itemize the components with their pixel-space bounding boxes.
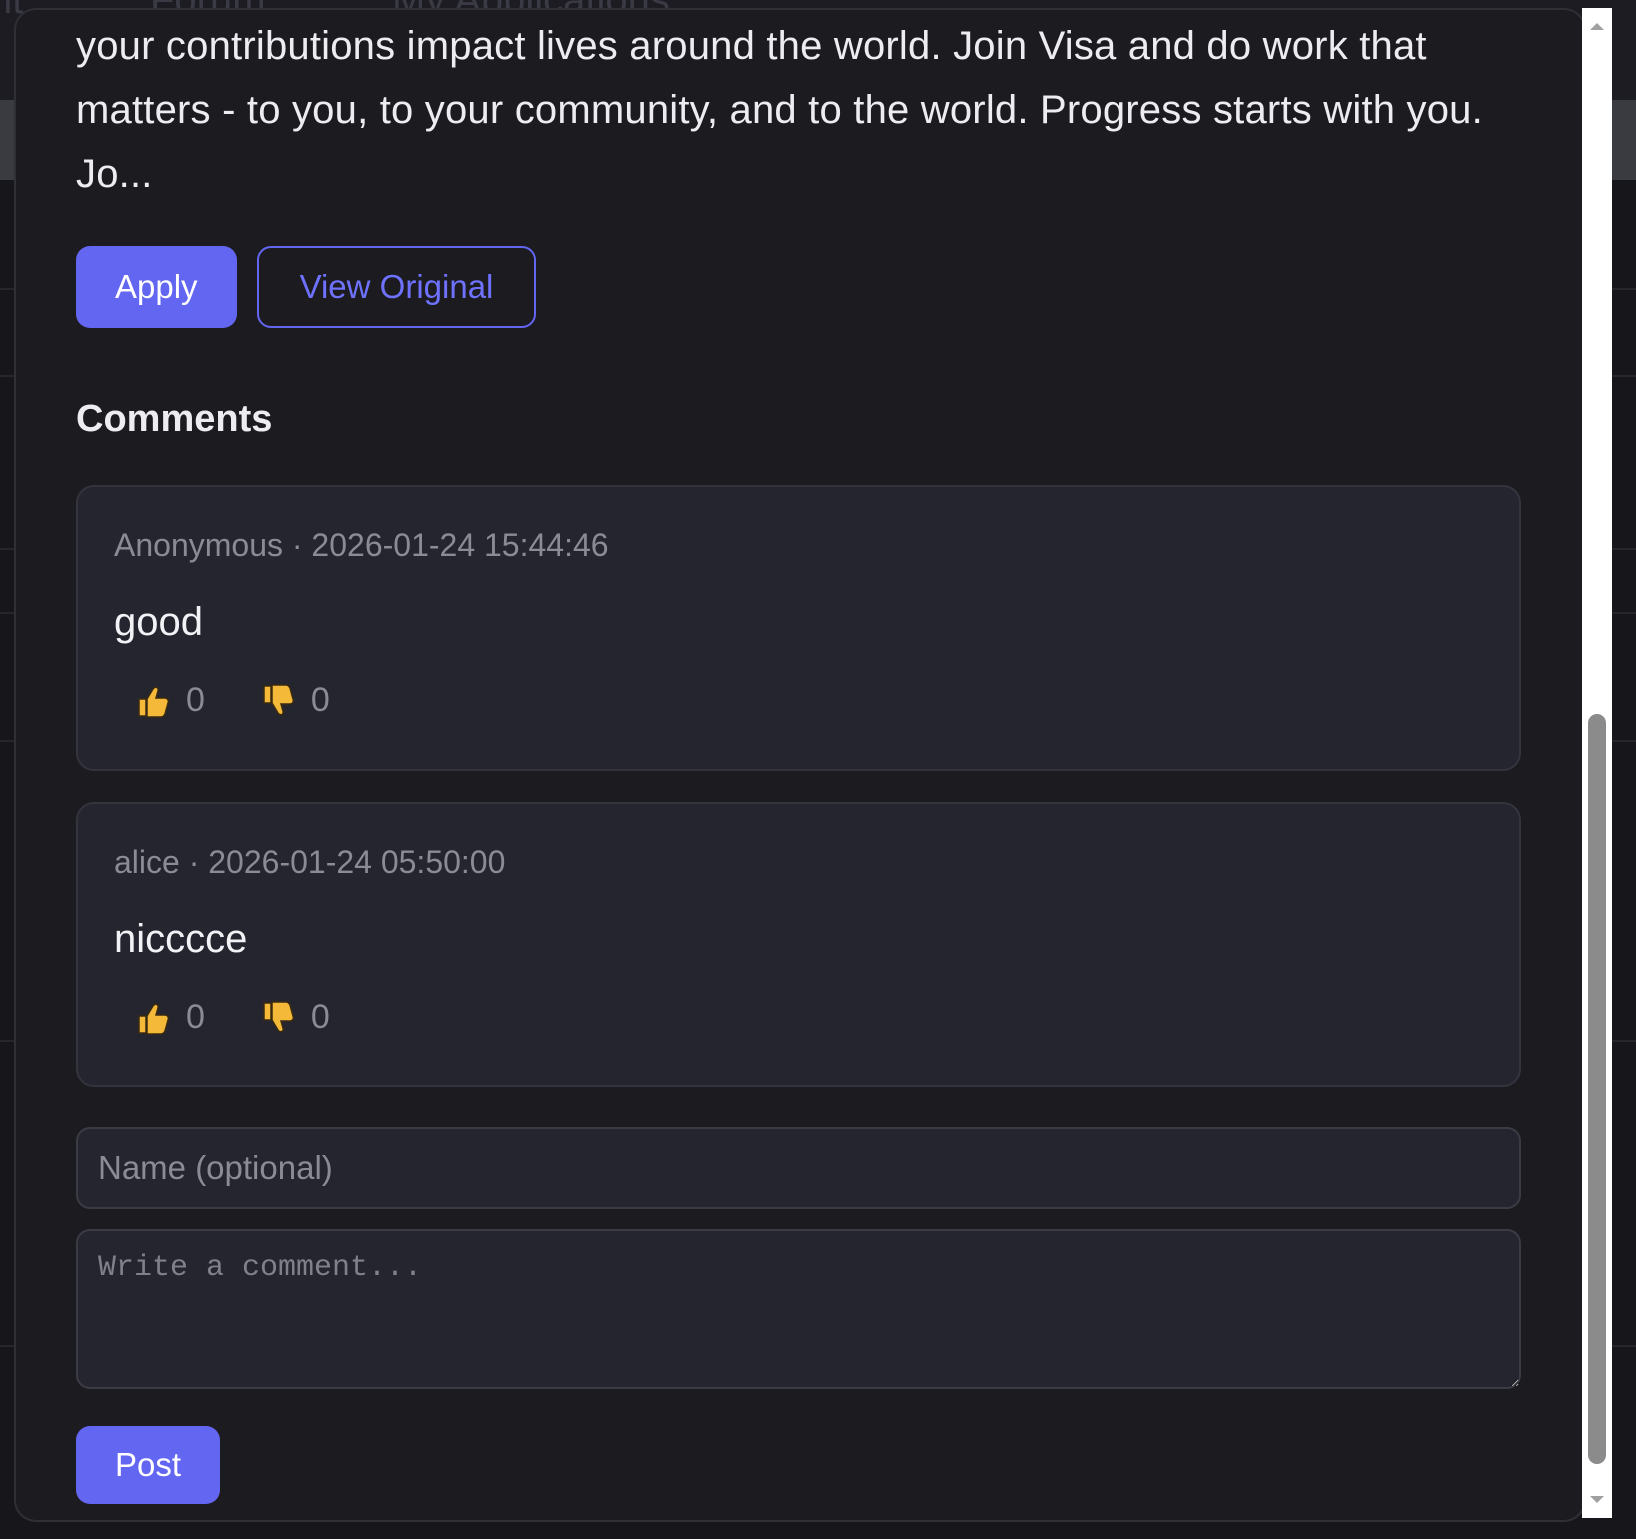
apply-button[interactable]: Apply — [76, 246, 237, 328]
comment-reactions: 0 0 — [114, 998, 1483, 1037]
comment-meta: alice · 2026-01-24 05:50:00 — [114, 844, 506, 880]
view-original-button[interactable]: View Original — [256, 246, 537, 328]
dislike-count: 0 — [310, 998, 330, 1036]
modal-content: your contributions impact lives around t… — [76, 10, 1521, 1504]
comment-text: good — [114, 600, 203, 644]
comment-meta: Anonymous · 2026-01-24 15:44:46 — [114, 527, 609, 563]
like-button[interactable]: 0 — [136, 681, 205, 720]
job-description: your contributions impact lives around t… — [76, 24, 1483, 196]
dislike-button[interactable]: 0 — [261, 681, 330, 720]
like-count: 0 — [186, 681, 205, 719]
job-detail-modal: your contributions impact lives around t… — [14, 8, 1586, 1522]
name-input[interactable] — [76, 1127, 1521, 1209]
comment-reactions: 0 0 — [114, 681, 1483, 720]
thumbs-up-icon — [138, 686, 170, 718]
comment-card: alice · 2026-01-24 05:50:00 nicccce 0 0 — [76, 802, 1521, 1087]
dislike-button[interactable]: 0 — [261, 998, 330, 1037]
comment-text: nicccce — [114, 917, 248, 961]
comment-textarea[interactable] — [76, 1229, 1521, 1389]
thumbs-up-icon — [138, 1003, 170, 1035]
post-button[interactable]: Post — [76, 1426, 221, 1504]
comments-heading: Comments — [76, 398, 273, 440]
modal-scrollbar[interactable] — [1582, 8, 1612, 1518]
like-count: 0 — [186, 998, 205, 1036]
comment-card: Anonymous · 2026-01-24 15:44:46 good 0 0 — [76, 485, 1521, 771]
scroll-down-arrow-icon[interactable] — [1582, 1488, 1612, 1512]
scrollbar-thumb[interactable] — [1588, 714, 1606, 1464]
thumbs-down-icon — [263, 683, 295, 715]
scroll-up-arrow-icon[interactable] — [1582, 14, 1612, 38]
thumbs-down-icon — [263, 1000, 295, 1032]
like-button[interactable]: 0 — [136, 998, 205, 1037]
job-actions: Apply View Original — [76, 246, 1521, 328]
dislike-count: 0 — [310, 681, 330, 719]
